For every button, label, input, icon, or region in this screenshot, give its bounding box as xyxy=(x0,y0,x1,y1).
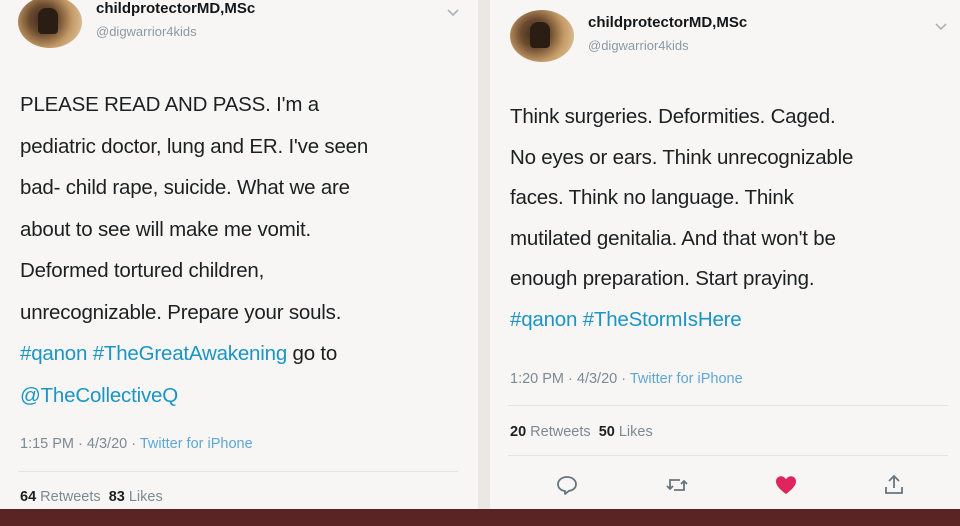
chevron-down-icon[interactable] xyxy=(934,20,948,34)
tweet-timestamp: 1:20 PM · 4/3/20 · Twitter for iPhone xyxy=(510,371,743,387)
tweet-stats: 20 Retweets 50 Likes xyxy=(510,424,653,440)
tweet-stats: 64 Retweets 83 Likes xyxy=(20,489,163,505)
likes-label[interactable]: Likes xyxy=(129,489,163,505)
tweet-line: about to see will make me vomit. xyxy=(20,217,311,241)
source-link[interactable]: Twitter for iPhone xyxy=(140,436,253,452)
user-handle[interactable]: @digwarrior4kids xyxy=(588,38,689,53)
retweets-label[interactable]: Retweets xyxy=(530,424,590,440)
divider xyxy=(18,471,458,472)
like-count[interactable]: 83 xyxy=(109,489,125,505)
tweet-card-right: childprotectorMD,MSc @digwarrior4kids Th… xyxy=(490,0,960,509)
user-handle[interactable]: @digwarrior4kids xyxy=(96,24,197,39)
likes-label[interactable]: Likes xyxy=(619,424,653,440)
tweet-line: pediatric doctor, lung and ER. I've seen xyxy=(20,134,369,158)
hashtag-links[interactable]: #qanon #TheGreatAwakening xyxy=(20,342,287,365)
tweet-line: Deformed tortured children, xyxy=(20,259,265,282)
tweet-text: PLEASE READ AND PASS. I'm a pediatric do… xyxy=(20,84,470,416)
tweet-line: faces. Think no language. Think xyxy=(510,186,794,209)
share-icon[interactable] xyxy=(882,473,906,497)
card-separator xyxy=(478,0,490,509)
tweet-line: Think surgeries. Deformities. Caged. xyxy=(510,105,836,128)
reply-icon[interactable] xyxy=(555,473,579,497)
tweet-line: unrecognizable. Prepare your souls. xyxy=(20,300,342,324)
chevron-down-icon[interactable] xyxy=(446,6,460,20)
source-link[interactable]: Twitter for iPhone xyxy=(630,371,743,387)
tweet-card-left: childprotectorMD,MSc @digwarrior4kids PL… xyxy=(0,0,478,509)
tweet-line: mutilated genitalia. And that won't be xyxy=(510,226,836,250)
display-name[interactable]: childprotectorMD,MSc xyxy=(588,14,747,31)
time-text[interactable]: 1:15 PM · 4/3/20 · xyxy=(20,436,140,452)
tweet-line: No eyes or ears. Think unrecognizable xyxy=(510,145,854,169)
retweet-icon[interactable] xyxy=(665,473,689,497)
retweets-label[interactable]: Retweets xyxy=(40,489,100,505)
tweet-timestamp: 1:15 PM · 4/3/20 · Twitter for iPhone xyxy=(20,436,253,452)
divider xyxy=(508,455,948,456)
display-name[interactable]: childprotectorMD,MSc xyxy=(96,0,255,17)
retweet-count[interactable]: 64 xyxy=(20,489,36,505)
divider xyxy=(508,405,948,406)
tweet-line: PLEASE READ AND PASS. I'm a xyxy=(20,93,319,116)
bottom-bar xyxy=(0,509,960,526)
mention-link[interactable]: @TheCollectiveQ xyxy=(20,384,178,407)
avatar[interactable] xyxy=(18,0,82,48)
like-count[interactable]: 50 xyxy=(599,424,615,440)
tweet-line: enough preparation. Start praying. xyxy=(510,267,815,290)
heart-icon[interactable] xyxy=(774,473,798,497)
hashtag-links[interactable]: #qanon #TheStormIsHere xyxy=(510,308,742,331)
tweet-text: Think surgeries. Deformities. Caged. No … xyxy=(510,97,950,340)
time-text[interactable]: 1:20 PM · 4/3/20 · xyxy=(510,371,630,387)
retweet-count[interactable]: 20 xyxy=(510,424,526,440)
tweet-line: #qanon #TheGreatAwakening go to xyxy=(20,333,470,375)
tweet-line: bad- child rape, suicide. What we are xyxy=(20,176,350,199)
tweet-text-fragment: go to xyxy=(287,342,338,365)
avatar[interactable] xyxy=(510,10,574,62)
